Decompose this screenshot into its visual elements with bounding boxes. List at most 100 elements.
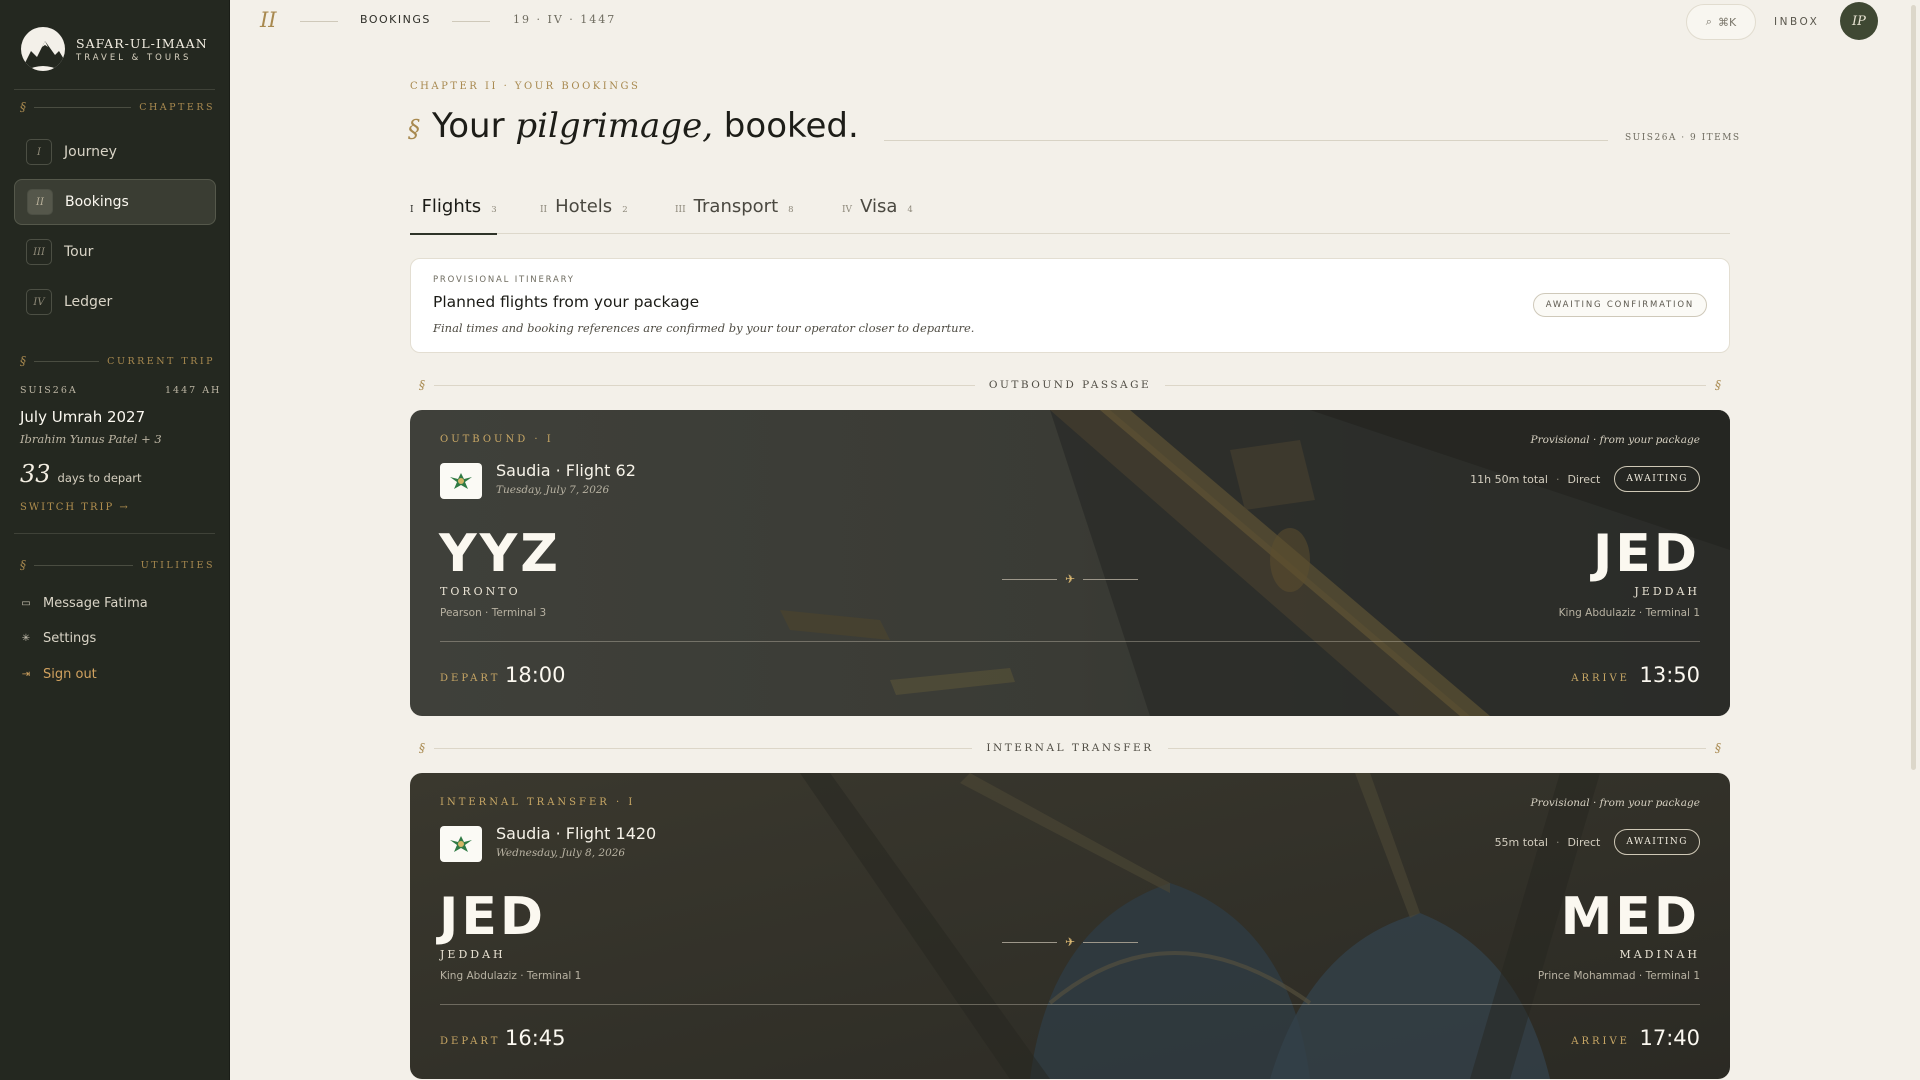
origin-city: JEDDAH: [440, 948, 506, 961]
tab-label: Flights: [421, 196, 482, 217]
nav-label: Tour: [64, 244, 94, 260]
plane-icon: ✈: [1064, 935, 1076, 949]
divider-label: OUTBOUND PASSAGE: [988, 379, 1152, 391]
nav-numeral: I: [26, 139, 52, 165]
notice-description: Final times and booking references are c…: [433, 321, 975, 335]
days-to-depart: 33 days to depart: [20, 460, 142, 488]
sidebar-item-tour[interactable]: III Tour: [14, 229, 216, 275]
depart-time: 16:45: [505, 1026, 566, 1050]
flight-date: Wednesday, July 8, 2026: [496, 847, 626, 859]
chapter-numeral: II: [260, 8, 277, 32]
trip-code: SUIS26A: [20, 385, 78, 396]
arrive-time: 17:40: [1639, 1026, 1700, 1050]
destination-city: MADINAH: [1619, 948, 1700, 961]
brand[interactable]: SAFAR-UL-IMAAN TRAVEL & TOURS: [21, 27, 208, 71]
arrive-label: ARRIVE: [1571, 673, 1630, 684]
origin-code: YYZ: [439, 524, 562, 584]
search-shortcut: ⌘K: [1717, 15, 1737, 29]
card-divider: [440, 1004, 1700, 1005]
status-badge: AWAITING: [1614, 829, 1700, 855]
tab-count: 3: [491, 205, 497, 215]
sidebar-divider: [14, 533, 215, 534]
sidebar-item-journey[interactable]: I Journey: [14, 129, 216, 175]
tab-label: Hotels: [555, 196, 613, 217]
chat-icon: ▭: [21, 598, 31, 609]
days-count: 33: [20, 460, 51, 488]
nav-label: Ledger: [64, 294, 113, 310]
flight-card-outbound[interactable]: OUTBOUND · I Provisional · from your pac…: [410, 410, 1730, 716]
internal-transfer-divider: § INTERNAL TRANSFER §: [410, 740, 1730, 756]
brand-logo-icon: [21, 27, 65, 71]
destination-code: MED: [1560, 887, 1700, 947]
destination-terminal: King Abdulaziz · Terminal 1: [1558, 607, 1700, 619]
tab-numeral: I: [410, 205, 414, 215]
provisional-note: Provisional · from your package: [1530, 434, 1700, 446]
tab-visa[interactable]: IV Visa 4: [842, 196, 913, 234]
inbox-link[interactable]: INBOX: [1774, 16, 1819, 28]
flight-date: Tuesday, July 7, 2026: [496, 484, 610, 496]
airline-flight: Saudia · Flight 1420: [496, 824, 657, 843]
breadcrumb[interactable]: BOOKINGS: [360, 13, 431, 26]
trip-year: 1447 AH: [165, 385, 222, 396]
booking-tabs: I Flights 3 II Hotels 2 III Transport 8 …: [410, 188, 1730, 235]
arrive-time: 13:50: [1639, 663, 1700, 687]
nav-label: Journey: [64, 144, 117, 160]
nav-numeral: IV: [26, 289, 52, 315]
sign-out-button[interactable]: ⇥ Sign out: [20, 667, 97, 682]
sidebar: SAFAR-UL-IMAAN TRAVEL & TOURS § CHAPTERS…: [0, 0, 230, 1080]
divider-label: INTERNAL TRANSFER: [986, 742, 1154, 754]
airline-flight: Saudia · Flight 62: [496, 461, 636, 480]
flight-meta: 55m total · Direct AWAITING: [1495, 829, 1700, 855]
chapters-label: CHAPTERS: [139, 101, 215, 113]
search-button[interactable]: ⌕ ⌘K: [1686, 4, 1756, 40]
page-eyebrow: CHAPTER II · YOUR BOOKINGS: [410, 81, 641, 92]
flight-meta: 11h 50m total · Direct AWAITING: [1470, 466, 1700, 492]
flight-kicker: INTERNAL TRANSFER · I: [440, 797, 636, 808]
card-divider: [440, 641, 1700, 642]
avatar[interactable]: IP: [1840, 2, 1878, 40]
notice-kicker: PROVISIONAL ITINERARY: [433, 275, 575, 285]
kaaba-photo-background: [410, 410, 1730, 716]
days-text: days to depart: [57, 471, 142, 485]
page-meta: SUIS26A · 9 ITEMS: [1625, 133, 1741, 143]
chapters-heading: § CHAPTERS: [20, 100, 215, 114]
nav-label: Bookings: [65, 194, 129, 210]
tab-count: 4: [907, 205, 913, 215]
tab-flights[interactable]: I Flights 3: [410, 196, 497, 235]
title-rule: [884, 140, 1608, 141]
message-fatima-button[interactable]: ▭ Message Fatima: [20, 596, 148, 611]
destination-city: JEDDAH: [1634, 585, 1700, 598]
gear-icon: ✳: [21, 633, 31, 644]
duration: 11h 50m total: [1470, 472, 1548, 486]
trip-name: July Umrah 2027: [20, 408, 146, 426]
tab-label: Visa: [860, 196, 898, 217]
settings-button[interactable]: ✳ Settings: [20, 631, 97, 646]
title-emphasis: pilgrimage,: [515, 106, 713, 146]
provisional-note: Provisional · from your package: [1530, 797, 1700, 809]
tab-transport[interactable]: III Transport 8: [675, 196, 794, 234]
current-trip-heading: § CURRENT TRIP: [20, 354, 215, 368]
sidebar-divider: [14, 89, 215, 90]
depart-time: 18:00: [505, 663, 566, 687]
flight-type: Direct: [1567, 835, 1601, 849]
duration: 55m total: [1494, 835, 1548, 849]
destination-code: JED: [1592, 524, 1700, 584]
section-symbol: §: [20, 100, 26, 114]
section-symbol: §: [419, 741, 425, 755]
origin-city: TORONTO: [440, 585, 521, 598]
scrollbar[interactable]: [1911, 5, 1916, 770]
switch-trip-link[interactable]: SWITCH TRIP →: [20, 502, 130, 513]
hijri-date: 19 · IV · 1447: [513, 13, 617, 26]
util-label: Message Fatima: [43, 596, 148, 611]
tab-hotels[interactable]: II Hotels 2: [540, 196, 628, 234]
nav-numeral: III: [26, 239, 52, 265]
sidebar-item-ledger[interactable]: IV Ledger: [14, 279, 216, 325]
section-symbol: §: [419, 378, 425, 392]
flight-card-internal[interactable]: INTERNAL TRANSFER · I Provisional · from…: [410, 773, 1730, 1079]
section-symbol: §: [408, 115, 420, 143]
plane-icon: ✈: [1064, 572, 1076, 586]
utilities-heading: § UTILITIES: [20, 558, 215, 572]
flight-type: Direct: [1567, 472, 1601, 486]
section-symbol: §: [20, 558, 26, 572]
sidebar-item-bookings[interactable]: II Bookings: [14, 179, 216, 225]
